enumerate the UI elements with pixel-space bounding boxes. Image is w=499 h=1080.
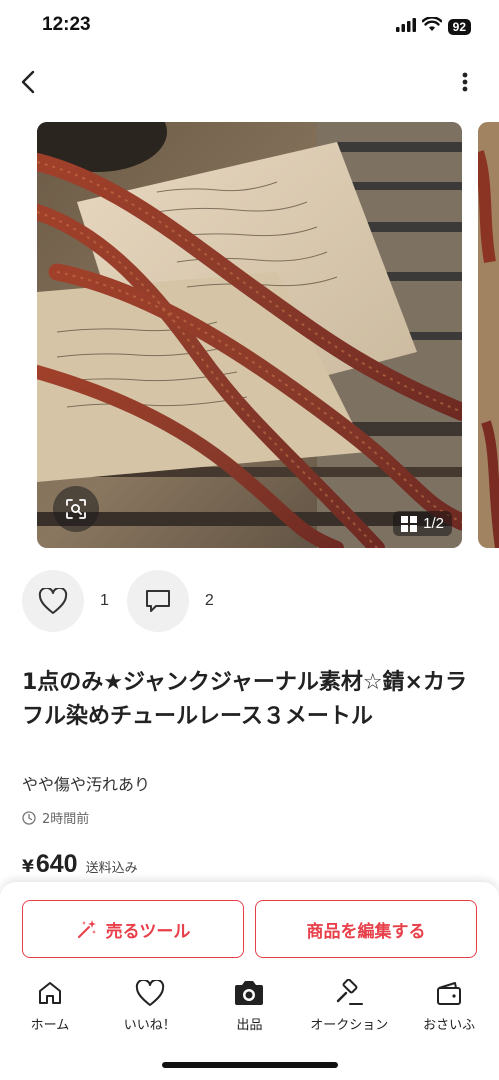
heart-icon bbox=[135, 978, 165, 1008]
price-row: ¥ 640 送料込み bbox=[22, 850, 138, 879]
sell-tool-label: 売るツール bbox=[105, 921, 191, 942]
home-indicator bbox=[162, 1062, 338, 1068]
tab-auction-label: オークション bbox=[310, 1018, 389, 1033]
item-detail-screen: 12:23 92 1/2 1 2 1点のみ★ジャンクジャーナル素材☆錆×カラフル… bbox=[0, 0, 499, 1080]
camera-icon bbox=[233, 978, 265, 1008]
tab-home[interactable]: ホーム bbox=[0, 978, 100, 1038]
more-vertical-icon bbox=[462, 72, 468, 92]
price-currency: ¥ bbox=[22, 857, 34, 877]
photo-counter: 1/2 bbox=[393, 511, 452, 536]
battery-indicator: 92 bbox=[447, 18, 471, 35]
wifi-icon bbox=[421, 16, 443, 36]
lens-search-icon bbox=[66, 499, 86, 519]
tab-wallet[interactable]: おさいふ bbox=[399, 978, 499, 1038]
reactions-row: 1 2 bbox=[22, 569, 232, 633]
tab-sell[interactable]: 出品 bbox=[200, 978, 300, 1038]
item-condition: やや傷や汚れあり bbox=[22, 775, 151, 794]
photo-carousel[interactable]: 1/2 bbox=[0, 122, 499, 548]
chevron-left-icon bbox=[21, 70, 35, 94]
signal-icon bbox=[395, 17, 416, 36]
heart-icon bbox=[38, 587, 68, 614]
grid-icon bbox=[401, 515, 418, 532]
status-icons: 92 bbox=[395, 16, 471, 36]
tab-auction[interactable]: オークション bbox=[299, 978, 399, 1038]
wallet-icon bbox=[435, 978, 463, 1008]
home-icon bbox=[36, 978, 64, 1008]
tab-wallet-label: おさいふ bbox=[423, 1018, 476, 1033]
clock-icon bbox=[22, 810, 36, 825]
bottom-tab-bar: ホーム いいね！ 出品 オークション おさいふ bbox=[0, 978, 499, 1038]
shipping-note: 送料込み bbox=[85, 861, 138, 876]
like-button[interactable] bbox=[22, 570, 84, 632]
status-bar: 12:23 92 bbox=[0, 0, 499, 52]
item-posted-time: 2時間前 bbox=[22, 808, 89, 827]
image-search-button[interactable] bbox=[53, 486, 99, 532]
sell-tool-button[interactable]: 売るツール bbox=[22, 900, 244, 958]
like-count: 1 bbox=[100, 592, 109, 609]
edit-item-label: 商品を編集する bbox=[306, 921, 426, 942]
comment-count: 2 bbox=[204, 592, 214, 609]
photo-counter-text: 1/2 bbox=[423, 515, 444, 532]
tab-home-label: ホーム bbox=[30, 1018, 70, 1033]
comment-icon bbox=[145, 590, 170, 612]
item-title: 1点のみ★ジャンクジャーナル素材☆錆×カラフル染めチュールレース３メートル bbox=[22, 670, 467, 729]
tab-likes-label: いいね！ bbox=[123, 1018, 176, 1033]
edit-item-button[interactable]: 商品を編集する bbox=[255, 900, 477, 958]
gavel-icon bbox=[334, 978, 364, 1008]
posted-time-text: 2時間前 bbox=[42, 812, 90, 827]
status-time: 12:23 bbox=[42, 14, 91, 35]
nav-bar bbox=[0, 58, 499, 106]
more-options-button[interactable] bbox=[451, 66, 479, 98]
tab-sell-label: 出品 bbox=[236, 1018, 263, 1033]
sparkle-wand-icon bbox=[77, 920, 96, 938]
item-photo[interactable]: 1/2 bbox=[37, 122, 462, 548]
price-value: 640 bbox=[35, 850, 78, 878]
next-photo-preview[interactable] bbox=[478, 122, 499, 548]
back-button[interactable] bbox=[14, 66, 42, 98]
tab-likes[interactable]: いいね！ bbox=[100, 978, 200, 1038]
comment-button[interactable] bbox=[126, 570, 189, 632]
